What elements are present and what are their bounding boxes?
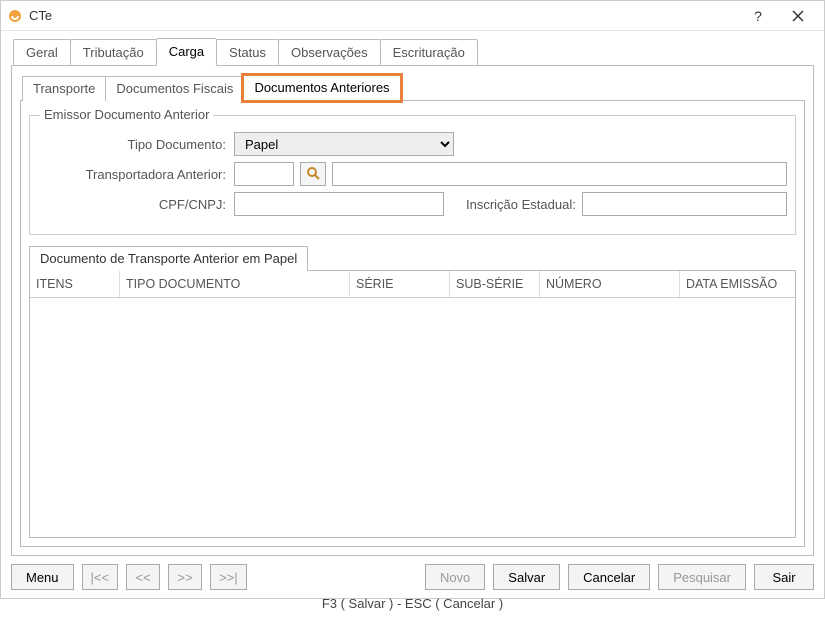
subtab-panel: Emissor Documento Anterior Tipo Document…	[20, 100, 805, 547]
close-button[interactable]	[778, 2, 818, 30]
tab-panel-carga: Transporte Documentos Fiscais Documentos…	[11, 65, 814, 556]
pesquisar-button[interactable]: Pesquisar	[658, 564, 746, 590]
col-tipo[interactable]: TIPO DOCUMENTO	[120, 271, 350, 297]
documents-grid[interactable]: ITENS TIPO DOCUMENTO SÉRIE SUB-SÉRIE NÚM…	[29, 270, 796, 538]
main-tabs: Geral Tributação Carga Status Observaçõe…	[11, 37, 814, 65]
col-subserie[interactable]: SUB-SÉRIE	[450, 271, 540, 297]
window-title: CTe	[29, 8, 52, 23]
ie-input[interactable]	[582, 192, 787, 216]
tab-observacoes[interactable]: Observações	[278, 39, 381, 66]
sub-tabs: Transporte Documentos Fiscais Documentos…	[20, 74, 805, 100]
tab-tributacao[interactable]: Tributação	[70, 39, 157, 66]
salvar-button[interactable]: Salvar	[493, 564, 560, 590]
col-itens[interactable]: ITENS	[30, 271, 120, 297]
novo-button[interactable]: Novo	[425, 564, 485, 590]
grid-header: ITENS TIPO DOCUMENTO SÉRIE SUB-SÉRIE NÚM…	[30, 271, 795, 298]
tipo-documento-label: Tipo Documento:	[38, 137, 228, 152]
nav-first-button[interactable]: |<<	[82, 564, 119, 590]
cpf-cnpj-input[interactable]	[234, 192, 444, 216]
subtab-documentos-anteriores[interactable]: Documentos Anteriores	[243, 75, 400, 101]
cpf-cnpj-label: CPF/CNPJ:	[38, 197, 228, 212]
tab-geral[interactable]: Geral	[13, 39, 71, 66]
nav-prev-button[interactable]: <<	[126, 564, 160, 590]
transportadora-codigo-input[interactable]	[234, 162, 294, 186]
col-numero[interactable]: NÚMERO	[540, 271, 680, 297]
transportadora-nome-input[interactable]	[332, 162, 787, 186]
titlebar: CTe ?	[1, 1, 824, 31]
footer-toolbar: Menu |<< << >> >>| Novo Salvar Cancelar …	[1, 556, 824, 594]
help-button[interactable]: ?	[738, 2, 778, 30]
col-serie[interactable]: SÉRIE	[350, 271, 450, 297]
menu-button[interactable]: Menu	[11, 564, 74, 590]
emissor-legend: Emissor Documento Anterior	[40, 107, 213, 122]
subtab-documentos-fiscais[interactable]: Documentos Fiscais	[105, 76, 244, 101]
ie-label: Inscrição Estadual:	[466, 197, 576, 212]
app-icon	[7, 8, 23, 24]
transportadora-label: Transportadora Anterior:	[38, 167, 228, 182]
tab-status[interactable]: Status	[216, 39, 279, 66]
transportadora-lookup-button[interactable]	[300, 162, 326, 186]
cancelar-button[interactable]: Cancelar	[568, 564, 650, 590]
tab-carga[interactable]: Carga	[156, 38, 217, 66]
search-icon	[306, 166, 320, 183]
nav-last-button[interactable]: >>|	[210, 564, 247, 590]
nav-next-button[interactable]: >>	[168, 564, 202, 590]
tab-escrituracao[interactable]: Escrituração	[380, 39, 478, 66]
sair-button[interactable]: Sair	[754, 564, 814, 590]
tipo-documento-select[interactable]: Papel	[234, 132, 454, 156]
status-line: F3 ( Salvar ) - ESC ( Cancelar )	[1, 594, 824, 617]
col-data[interactable]: DATA EMISSÃO	[680, 271, 795, 297]
grid-title: Documento de Transporte Anterior em Pape…	[29, 246, 308, 271]
emissor-fieldset: Emissor Documento Anterior Tipo Document…	[29, 115, 796, 235]
subtab-transporte[interactable]: Transporte	[22, 76, 106, 101]
